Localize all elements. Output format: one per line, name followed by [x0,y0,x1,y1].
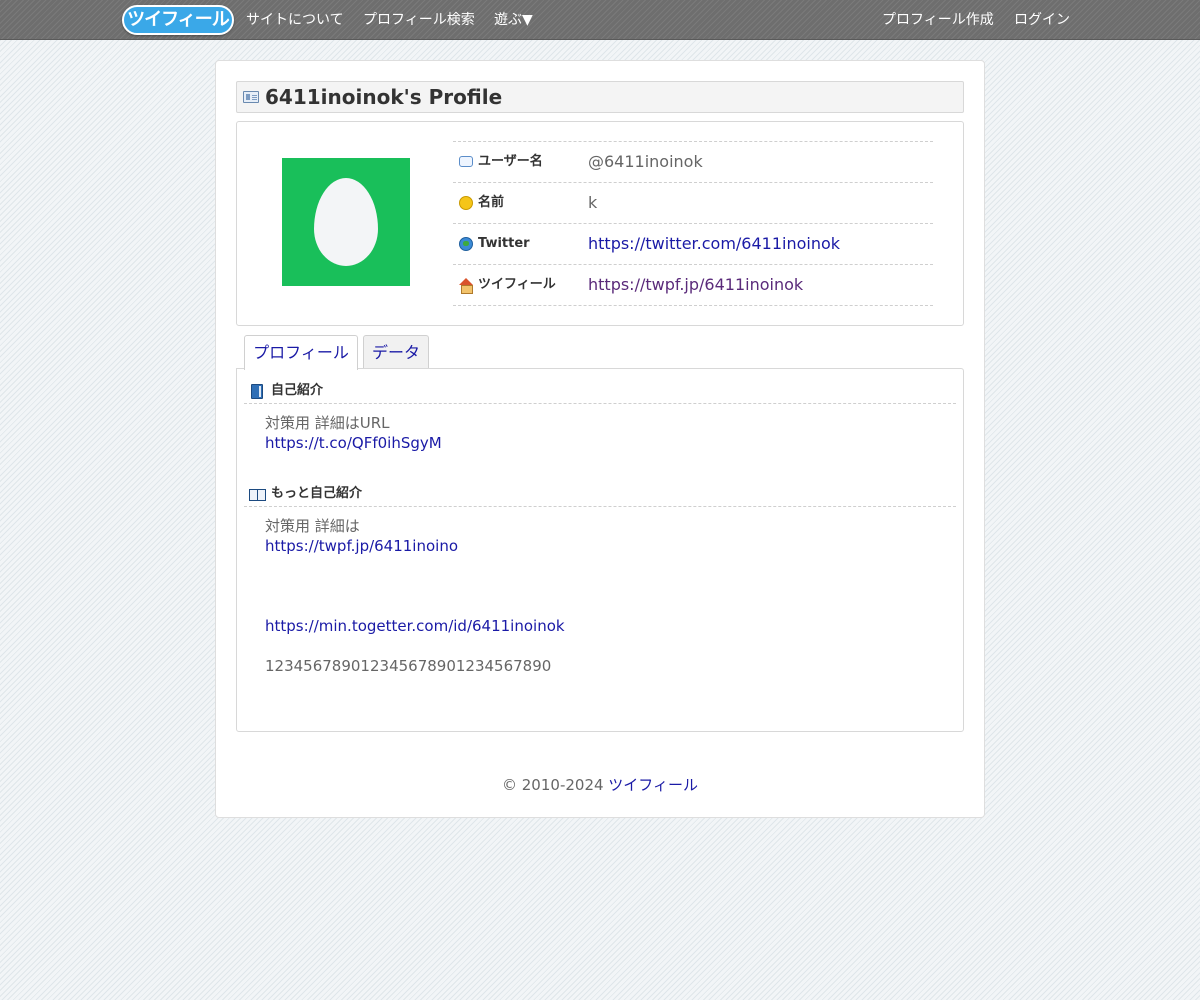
twitter-link[interactable]: https://twitter.com/6411inoinok [588,224,840,264]
more-intro-text: 対策用 詳細は [265,517,360,535]
more-intro-digits: 123456789012345678901234567890 [265,657,552,675]
nav-profile-search-link[interactable]: プロフィール検索 [363,0,475,40]
info-row-name: 名前 k [453,183,933,224]
info-row-username: ユーザー名 @6411inoinok [453,142,933,183]
nav-play-menu[interactable]: 遊ぶ▼ [494,0,533,40]
tab-data[interactable]: データ [363,335,429,369]
speech-bubble-icon [459,156,473,167]
footer: © 2010-2024 ツイフィール [216,774,984,796]
info-row-twpf: ツイフィール https://twpf.jp/6411inoinok [453,265,933,306]
smiley-face-icon [459,196,473,210]
info-label: Twitter [478,236,530,251]
nav-about-link[interactable]: サイトについて [246,0,344,40]
info-label: ツイフィール [478,277,556,292]
footer-copyright: © 2010-2024 [502,776,609,794]
profile-summary-box: ユーザー名 @6411inoinok 名前 k Twitter https://… [236,121,964,326]
intro-url-link[interactable]: https://t.co/QFf0ihSgyM [265,433,442,453]
info-row-twitter: Twitter https://twitter.com/6411inoinok [453,224,933,265]
more-intro-twpf-link[interactable]: https://twpf.jp/6411inoino [265,536,458,556]
more-intro-togetter-link[interactable]: https://min.togetter.com/id/6411inoinok [265,616,565,636]
info-label: ユーザー名 [478,154,543,169]
info-label: 名前 [478,195,505,210]
profile-info-table: ユーザー名 @6411inoinok 名前 k Twitter https://… [453,141,933,306]
nav-create-profile-link[interactable]: プロフィール作成 [882,0,994,40]
more-intro-section-header: もっと自己紹介 [244,479,956,507]
tab-profile[interactable]: プロフィール [244,335,358,370]
site-logo[interactable]: ツイフィール [122,5,234,35]
avatar [282,158,410,286]
default-egg-icon [314,178,378,266]
section-title: もっと自己紹介 [271,486,363,501]
section-title: 自己紹介 [271,383,324,398]
blue-book-icon [251,384,263,399]
tab-content-panel: 自己紹介 対策用 詳細はURL https://t.co/QFf0ihSgyM … [236,368,964,732]
page-title: 6411inoinok's Profile [265,85,503,109]
profile-title-bar: 6411inoinok's Profile [236,81,964,113]
id-card-icon [243,91,259,103]
intro-text: 対策用 詳細はURL [265,414,390,432]
top-navigation-bar: ツイフィール サイトについて プロフィール検索 遊ぶ▼ プロフィール作成 ログイ… [0,0,1200,40]
main-container: 6411inoinok's Profile ユーザー名 @6411inoinok… [215,60,985,818]
globe-icon [459,237,473,251]
intro-section-header: 自己紹介 [244,376,956,404]
footer-site-link[interactable]: ツイフィール [608,776,698,794]
name-value: k [588,193,598,212]
open-book-icon [249,489,266,501]
nav-login-link[interactable]: ログイン [1014,0,1070,40]
house-icon [459,278,473,294]
username-value: @6411inoinok [588,152,703,171]
twpf-link[interactable]: https://twpf.jp/6411inoinok [588,265,803,305]
